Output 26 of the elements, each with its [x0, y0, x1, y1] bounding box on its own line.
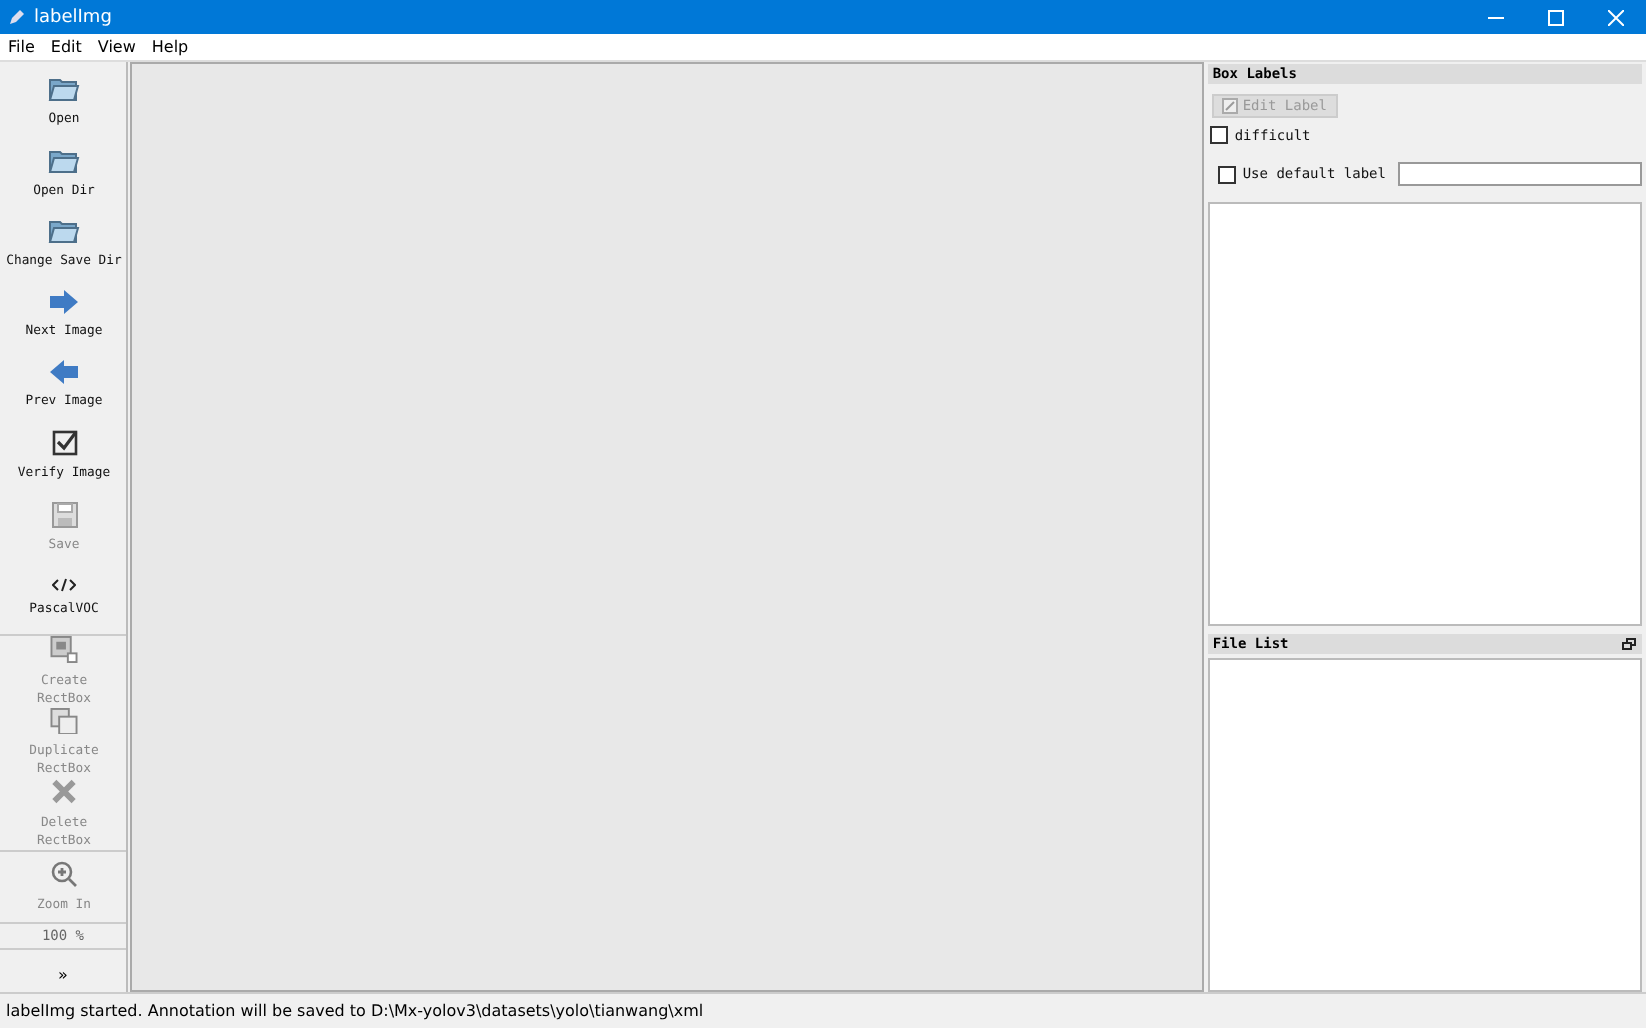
checkbox[interactable] [1218, 165, 1237, 183]
checkbox-icon [51, 430, 77, 457]
default-label-field[interactable] [1398, 162, 1642, 186]
status-text: labelImg started. Annotation will be saved to D:\Mx-yolov3\datasets\yolo\tianwang\xml [6, 1002, 704, 1020]
save-icon [51, 501, 77, 528]
pen-icon [8, 9, 24, 25]
checkbox[interactable] [1210, 126, 1229, 144]
folder-icon [48, 216, 80, 245]
left-arrow-icon [50, 360, 78, 385]
copy-icon [50, 707, 78, 734]
code-icon [52, 578, 76, 593]
menu-item[interactable]: File [0, 38, 43, 56]
folder-icon [48, 74, 80, 103]
cross-icon [50, 778, 78, 805]
window-title: labelImg [34, 7, 112, 27]
menu-item[interactable]: Edit [42, 38, 90, 56]
menu-item[interactable]: Help [143, 38, 197, 56]
folder-icon [48, 145, 80, 174]
edit-icon [1222, 98, 1239, 114]
zoom-in-icon [50, 859, 78, 888]
float-icon[interactable] [1622, 638, 1636, 650]
right-arrow-icon [50, 289, 78, 314]
toolbar-expander[interactable]: » [0, 966, 126, 984]
menu-item[interactable]: View [89, 38, 144, 56]
close-icon[interactable] [1608, 9, 1624, 25]
maximize-icon[interactable] [1548, 9, 1564, 25]
